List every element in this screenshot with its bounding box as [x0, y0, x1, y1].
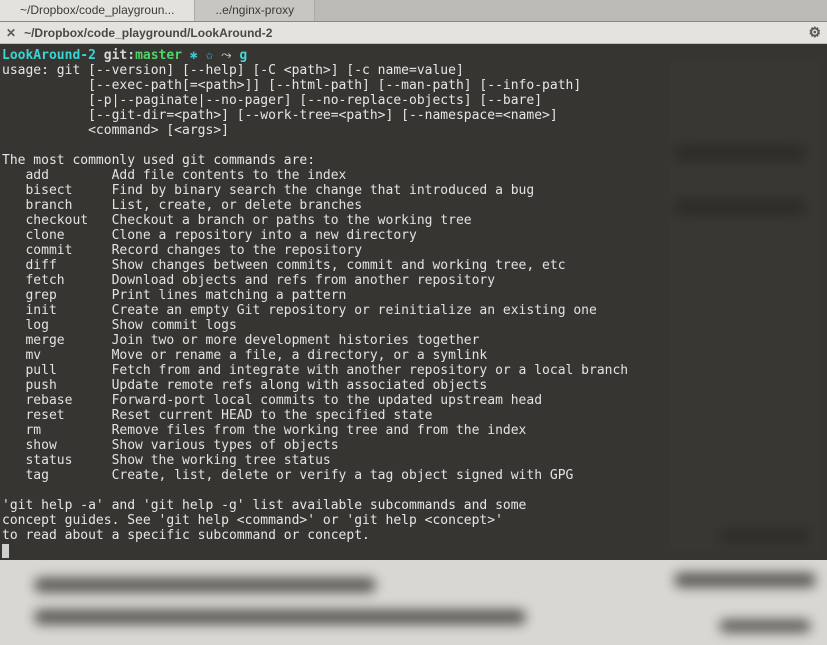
usage-line: [-p|--paginate|--no-pager] [--no-replace… — [2, 93, 825, 108]
command-row: fetch Download objects and refs from ano… — [2, 273, 825, 288]
command-row: show Show various types of objects — [2, 438, 825, 453]
blank-line-1 — [2, 138, 825, 153]
command-row: checkout Checkout a branch or paths to t… — [2, 213, 825, 228]
prompt-cwd: LookAround-2 — [2, 48, 96, 63]
blank-line-2 — [2, 483, 825, 498]
gear-icon[interactable]: ⚙ — [808, 24, 821, 41]
command-row: merge Join two or more development histo… — [2, 333, 825, 348]
tab-terminal-1[interactable]: ~/Dropbox/code_playgroun... — [0, 0, 195, 21]
footer-line: 'git help -a' and 'git help -g' list ava… — [2, 498, 825, 513]
command-row: rm Remove files from the working tree an… — [2, 423, 825, 438]
command-row: clone Clone a repository into a new dire… — [2, 228, 825, 243]
command-row: commit Record changes to the repository — [2, 243, 825, 258]
usage-line: [--exec-path[=<path>]] [--html-path] [--… — [2, 78, 825, 93]
command-row: push Update remote refs along with assoc… — [2, 378, 825, 393]
current-path: ~/Dropbox/code_playground/LookAround-2 — [24, 26, 272, 40]
command-row: tag Create, list, delete or verify a tag… — [2, 468, 825, 483]
prompt-flag-1: ✱ ✩ — [182, 48, 221, 63]
footer-line: to read about a specific subcommand or c… — [2, 528, 825, 543]
cursor-line — [2, 543, 825, 558]
command-list: add Add file contents to the index bisec… — [2, 168, 825, 483]
command-row: rebase Forward-port local commits to the… — [2, 393, 825, 408]
command-row: init Create an empty Git repository or r… — [2, 303, 825, 318]
command-row: diff Show changes between commits, commi… — [2, 258, 825, 273]
footer-block: 'git help -a' and 'git help -g' list ava… — [2, 498, 825, 543]
command-row: add Add file contents to the index — [2, 168, 825, 183]
command-row: log Show commit logs — [2, 318, 825, 333]
prompt-line: LookAround-2 git:master ✱ ✩ ⤳ g — [2, 48, 825, 63]
tab-terminal-2[interactable]: ..e/nginx-proxy — [195, 0, 315, 21]
tab-bar: ~/Dropbox/code_playgroun... ..e/nginx-pr… — [0, 0, 827, 22]
footer-line: concept guides. See 'git help <command>'… — [2, 513, 825, 528]
close-icon[interactable]: ✕ — [6, 27, 16, 39]
command-row: status Show the working tree status — [2, 453, 825, 468]
section-heading: The most commonly used git commands are: — [2, 153, 825, 168]
usage-line: [--git-dir=<path>] [--work-tree=<path>] … — [2, 108, 825, 123]
command-row: pull Fetch from and integrate with anoth… — [2, 363, 825, 378]
command-row: branch List, create, or delete branches — [2, 198, 825, 213]
command-row: bisect Find by binary search the change … — [2, 183, 825, 198]
terminal-pane[interactable]: LookAround-2 git:master ✱ ✩ ⤳ g usage: g… — [0, 44, 827, 560]
prompt-typed: g — [232, 48, 248, 63]
usage-line: <command> [<args>] — [2, 123, 825, 138]
prompt-git-label: git: — [104, 48, 135, 63]
command-row: reset Reset current HEAD to the specifie… — [2, 408, 825, 423]
usage-line: usage: git [--version] [--help] [-C <pat… — [2, 63, 825, 78]
window-path-bar: ✕ ~/Dropbox/code_playground/LookAround-2… — [0, 22, 827, 44]
command-row: grep Print lines matching a pattern — [2, 288, 825, 303]
terminal-cursor — [2, 544, 9, 558]
prompt-branch: master — [135, 48, 182, 63]
usage-block: usage: git [--version] [--help] [-C <pat… — [2, 63, 825, 138]
prompt-arrow: ⤳ — [221, 48, 231, 63]
command-row: mv Move or rename a file, a directory, o… — [2, 348, 825, 363]
